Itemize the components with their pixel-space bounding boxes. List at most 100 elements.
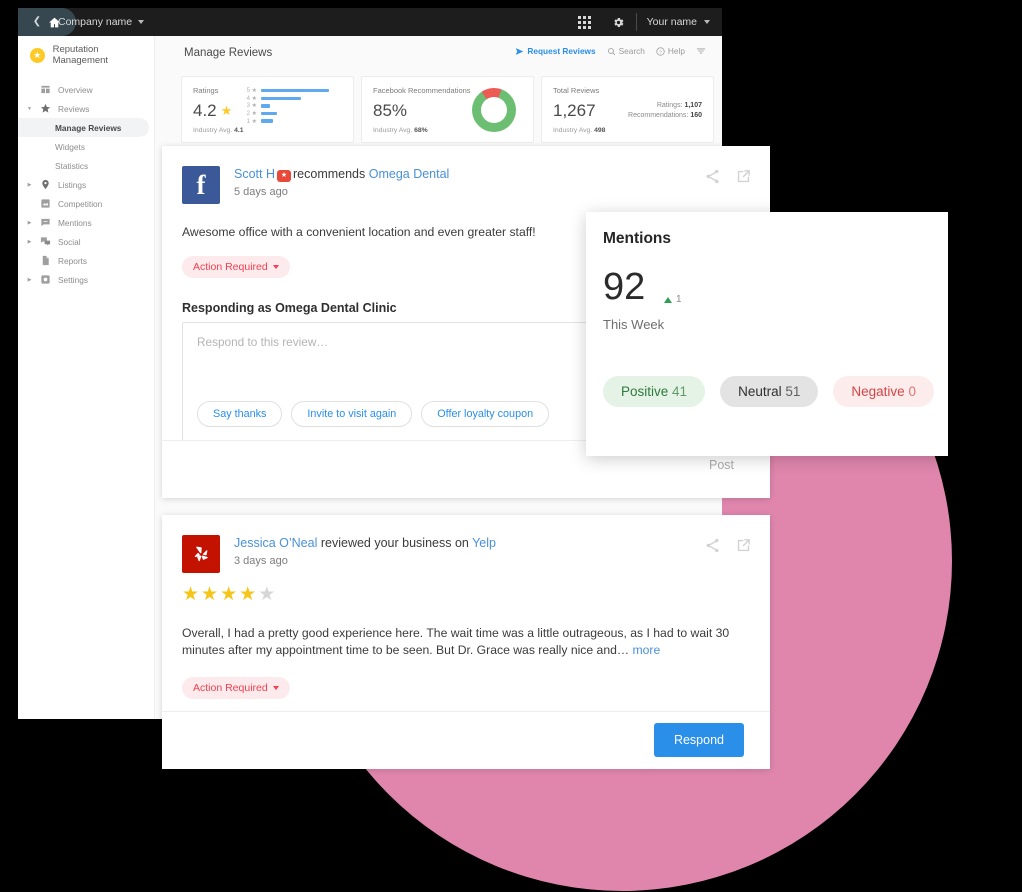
sidebar-item-listings[interactable]: ▶ Listings: [18, 175, 154, 194]
sidebar-item-overview[interactable]: Overview: [18, 80, 154, 99]
stat-cards: Ratings 4.2 ★ Industry Avg. 4.1 5 ★ 4 ★ 3 …: [181, 76, 714, 143]
recommend-badge-icon: ★: [277, 169, 291, 182]
external-link-icon[interactable]: [735, 168, 752, 185]
review-action: reviewed your business on: [320, 536, 469, 550]
star-filled-icon: ★: [201, 584, 221, 605]
total-reviews-card: Total Reviews 1,267 Industry Avg. 498 Ra…: [541, 76, 714, 143]
review-business-link[interactable]: Omega Dental: [369, 167, 450, 181]
respond-button[interactable]: Respond: [653, 723, 744, 757]
request-reviews-label: Request Reviews: [527, 46, 596, 56]
search-button[interactable]: Search: [607, 46, 645, 56]
user-name: Your name: [646, 16, 697, 28]
sidebar-item-statistics[interactable]: Statistics: [18, 156, 154, 175]
quick-reply-chip[interactable]: Offer loyalty coupon: [421, 401, 550, 427]
ratings-card: Ratings 4.2 ★ Industry Avg. 4.1 5 ★ 4 ★ 3 …: [181, 76, 354, 143]
chevron-right-icon[interactable]: ▶: [26, 182, 33, 188]
content-toolbar: Request Reviews Search ? Help: [515, 46, 706, 56]
rating-bar-row: 2 ★: [246, 110, 341, 118]
status-label: Action Required: [193, 682, 268, 694]
total-reviews-industry-avg: Industry Avg. 498: [553, 127, 606, 134]
star-icon: ★: [220, 103, 233, 118]
sidebar-item-label: Reports: [58, 255, 88, 266]
rating-bar-row: 3 ★: [246, 102, 341, 110]
status-badge[interactable]: Action Required: [182, 677, 290, 699]
review-author-link[interactable]: Jessica O’Neal: [234, 536, 317, 550]
sentiment-chip-positive[interactable]: Positive 41: [603, 376, 706, 407]
review-footer: Respond: [162, 711, 770, 769]
sidebar-item-social[interactable]: ▶ Social: [18, 232, 154, 251]
sidebar-item-label: Reviews: [58, 103, 90, 114]
quick-reply-chip[interactable]: Say thanks: [197, 401, 283, 427]
sidebar-item-mentions[interactable]: ▶ Mentions: [18, 213, 154, 232]
sidebar-item-reports[interactable]: Reports: [18, 251, 154, 270]
request-reviews-button[interactable]: Request Reviews: [515, 46, 596, 56]
facebook-icon: f: [182, 166, 220, 204]
chevron-down-icon[interactable]: ▼: [26, 106, 33, 112]
help-button[interactable]: ? Help: [656, 46, 685, 56]
review-actions: [704, 168, 752, 185]
back-icon[interactable]: ❮: [33, 17, 41, 27]
external-link-icon[interactable]: [735, 537, 752, 554]
rating-bar-row: 1 ★: [246, 117, 341, 125]
chevron-down-icon: [272, 265, 279, 269]
rating-bar-label: 3 ★: [246, 103, 257, 110]
page-title: Manage Reviews: [184, 47, 273, 59]
chevron-down-icon: [704, 20, 710, 24]
review-header: Jessica O’Neal reviewed your business on…: [182, 535, 496, 573]
company-selector[interactable]: Company name: [58, 8, 145, 36]
sidebar-item-label: Competition: [58, 198, 103, 209]
rating-bar-label: 2 ★: [246, 111, 257, 118]
rating-bar: [261, 89, 329, 93]
sidebar-subitem-label: Statistics: [55, 160, 89, 171]
post-button[interactable]: Post: [709, 458, 734, 472]
review-time: 3 days ago: [234, 554, 288, 567]
sidebar-item-manage-reviews[interactable]: Manage Reviews: [18, 118, 149, 137]
competition-icon: [40, 198, 51, 209]
chevron-right-icon[interactable]: ▶: [26, 220, 33, 226]
share-icon[interactable]: [704, 168, 721, 185]
gear-icon[interactable]: [602, 8, 636, 36]
review-author-link[interactable]: Scott H: [234, 167, 275, 181]
sidebar-item-reviews[interactable]: ▼ Reviews: [18, 99, 154, 118]
trend-up-icon: [664, 296, 672, 303]
apps-grid-icon[interactable]: [568, 8, 602, 36]
review-business-link[interactable]: Yelp: [472, 536, 496, 550]
social-icon: [40, 236, 51, 247]
document-icon: [40, 255, 51, 266]
reply-placeholder: Respond to this review…: [197, 335, 329, 349]
sidebar-item-label: Mentions: [58, 217, 92, 228]
card-title: Facebook Recommendations: [373, 86, 471, 95]
rating-bar-label: 1 ★: [246, 118, 257, 125]
total-reviews-value: 1,267: [553, 101, 596, 120]
review-action: recommends: [293, 167, 366, 181]
share-icon[interactable]: [704, 537, 721, 554]
review-time: 5 days ago: [234, 185, 288, 198]
status-badge[interactable]: Action Required: [182, 256, 290, 278]
sentiment-chip-negative[interactable]: Negative 0: [833, 376, 934, 407]
sidebar-item-widgets[interactable]: Widgets: [18, 137, 154, 156]
sidebar-item-settings[interactable]: ▶ Settings: [18, 270, 154, 289]
review-title: Jessica O’Neal reviewed your business on…: [234, 535, 496, 552]
filter-button[interactable]: [696, 46, 706, 56]
chevron-right-icon[interactable]: ▶: [26, 277, 33, 283]
brand-label: Reputation Management: [52, 44, 109, 66]
dashboard-icon: [40, 84, 51, 95]
brand: ★ Reputation Management: [18, 36, 154, 74]
quick-reply-chips: Say thanks Invite to visit again Offer loy…: [197, 401, 550, 427]
quick-reply-chip[interactable]: Invite to visit again: [291, 401, 413, 427]
user-menu[interactable]: Your name: [637, 8, 722, 36]
sentiment-chip-neutral[interactable]: Neutral 51: [720, 376, 819, 407]
sidebar-item-competition[interactable]: Competition: [18, 194, 154, 213]
star-filled-icon: ★: [220, 584, 240, 605]
chevron-right-icon[interactable]: ▶: [26, 239, 33, 245]
mentions-period: This Week: [603, 317, 665, 332]
sidebar: ★ Reputation Management Overview ▼ Revie…: [18, 36, 155, 719]
star-rating: ★★★★★: [182, 583, 277, 606]
more-link[interactable]: more: [632, 643, 660, 657]
review-title: Scott H ★ recommends Omega Dental: [234, 166, 449, 183]
top-bar: ❮ Company name Your name: [18, 8, 722, 36]
mentions-title: Mentions: [603, 230, 672, 247]
mentions-count: 92: [603, 266, 646, 308]
sidebar-item-label: Listings: [58, 179, 87, 190]
yelp-icon: [182, 535, 220, 573]
